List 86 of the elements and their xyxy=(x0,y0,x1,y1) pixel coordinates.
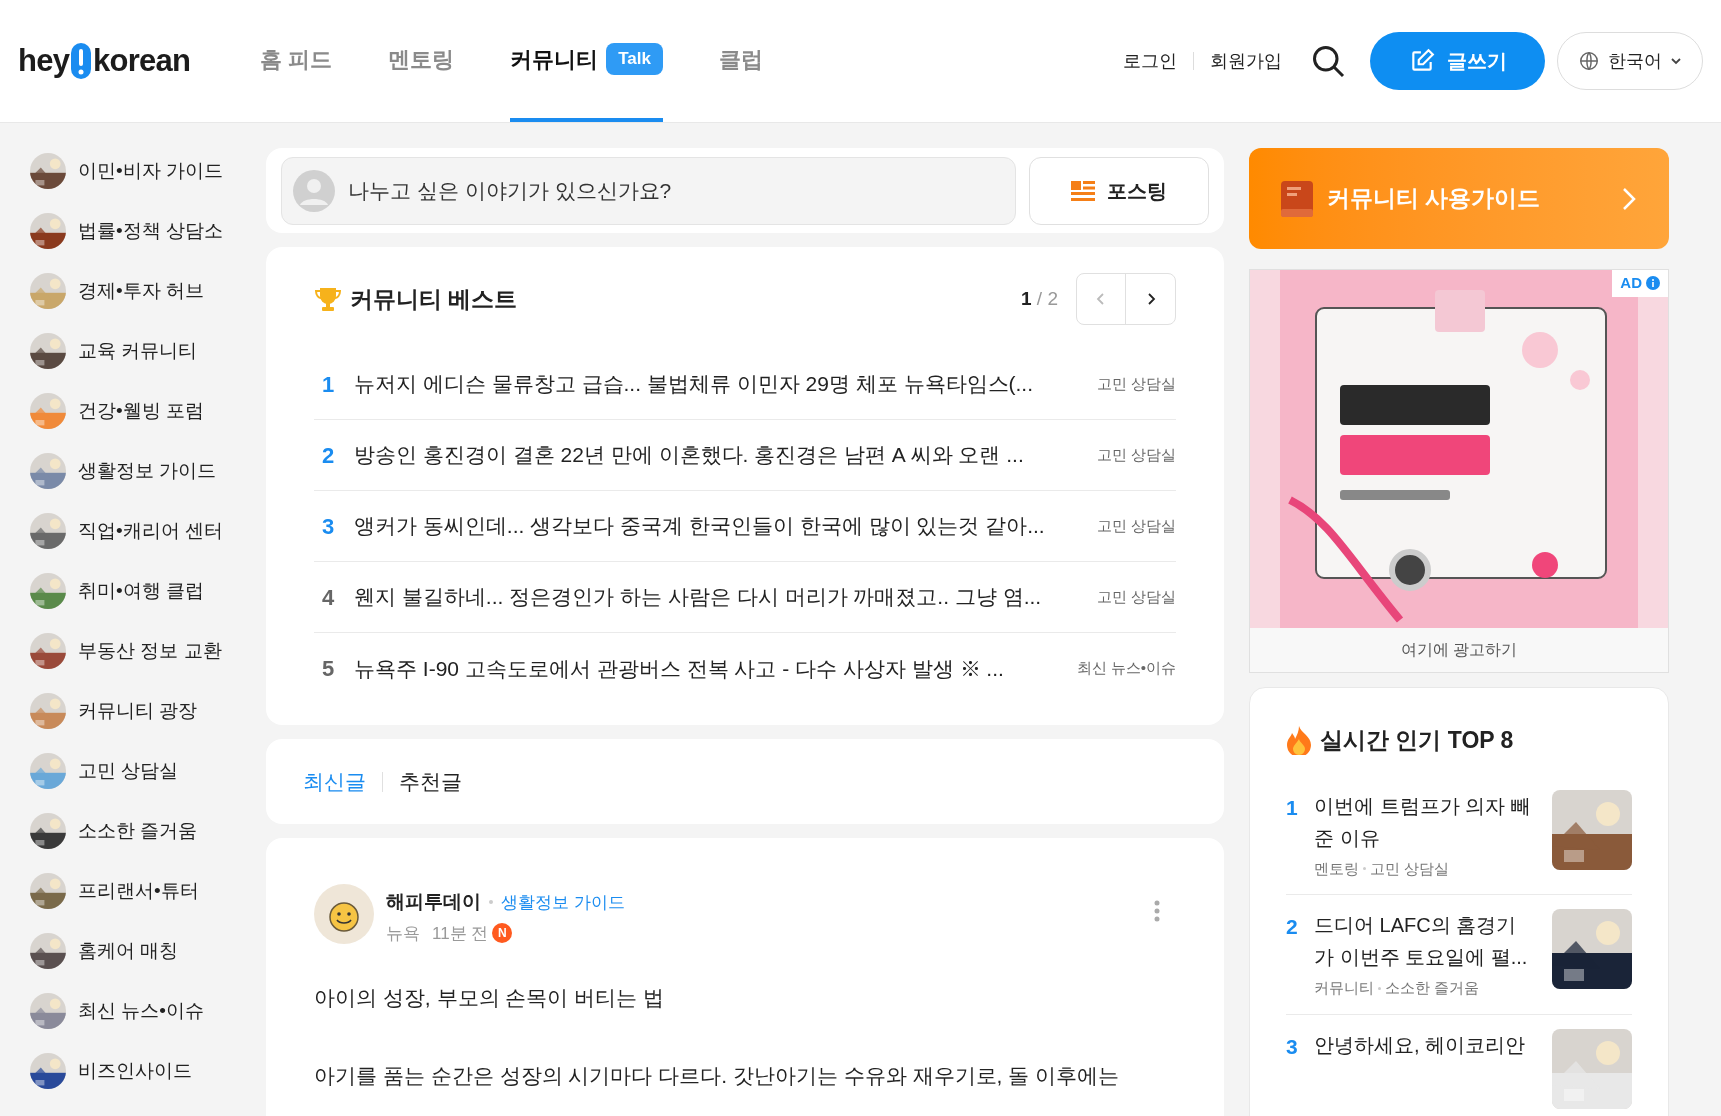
list-icon xyxy=(1071,180,1095,201)
nav-tab[interactable]: 커뮤니티 Talk xyxy=(510,0,663,122)
language-button[interactable]: 한국어 xyxy=(1557,32,1703,90)
logo-text: korean xyxy=(93,41,191,80)
login-link[interactable]: 로그인 xyxy=(1123,47,1177,75)
sidebar-item[interactable]: 취미•여행 클럽 xyxy=(30,573,266,609)
info-icon xyxy=(1646,276,1660,291)
talk-badge: Talk xyxy=(606,43,663,75)
sidebar-item[interactable]: 경제•투자 허브 xyxy=(30,273,266,309)
rank-number: 5 xyxy=(321,655,336,683)
sidebar-item[interactable]: 부동산 정보 교환 xyxy=(30,633,266,669)
post-title-line: 가 이번주 토요일에 펼... xyxy=(1314,945,1529,970)
best-post-item[interactable]: 1 뉴저지 에디슨 물류창고 급습... 불법체류 이민자 29명 체포 뉴욕타임스(... 고민 상담실 xyxy=(314,349,1176,420)
sidebar-item[interactable]: 고민 상담실 xyxy=(30,753,266,789)
composer-field[interactable]: 나누고 싶은 이야기가 있으신가요? xyxy=(281,156,1016,225)
trophy-icon xyxy=(314,285,342,313)
sidebar-item[interactable]: 프리랜서•튜터 xyxy=(30,873,266,909)
board-link[interactable]: 생활정보 가이드 xyxy=(501,889,625,915)
meta-text: 커뮤니티 xyxy=(1314,978,1374,998)
sidebar-item[interactable]: 커뮤니티 광장 xyxy=(30,693,266,729)
sidebar-item[interactable]: 교육 커뮤니티 xyxy=(30,333,266,369)
sidebar-item[interactable]: 홈케어 매칭 xyxy=(30,933,266,969)
post-title: 뉴욕주 I-90 고속도로에서 관광버스 전복 사고 - 다수 사상자 발생 ※ ... xyxy=(354,655,1004,682)
post-button[interactable]: 포스팅 xyxy=(1029,156,1209,225)
location-text: 뉴욕 xyxy=(386,922,420,945)
post-title: 뉴저지 에디슨 물류창고 급습... 불법체류 이민자 29명 체포 뉴욕타임스(... xyxy=(354,371,1034,398)
logo-text: hey xyxy=(18,41,70,80)
sidebar-item[interactable]: 최신 뉴스•이슈 xyxy=(30,993,266,1029)
post-title-line: 이번에 트럼프가 의자 빼 xyxy=(1314,793,1532,819)
sidebar-item[interactable]: 법률•정책 상담소 xyxy=(30,213,266,249)
feed-tab[interactable]: 추천글 xyxy=(399,765,462,798)
smiley-avatar-icon xyxy=(314,884,374,944)
post-title-line: 준 이유 xyxy=(1314,825,1381,851)
globe-icon xyxy=(1578,50,1600,72)
post-paragraph: 아이의 성장, 부모의 손목이 버티는 법 xyxy=(314,985,665,1011)
best-post-item[interactable]: 3 앵커가 동씨인데... 생각보다 중국계 한국인들이 한국에 많이 있는것 같아... 고민 상담실 xyxy=(314,491,1176,562)
board-name: 고민 상담실 xyxy=(1096,373,1176,394)
post-title-line: 드디어 LAFC의 홈경기 xyxy=(1314,913,1518,938)
popular-post-item[interactable]: 3 안녕하세요, 헤이코리안 xyxy=(1286,1014,1632,1116)
signup-link[interactable]: 회원가입 xyxy=(1210,47,1282,75)
time-text: 11분 전 xyxy=(432,922,489,945)
best-post-item[interactable]: 2 방송인 홍진경이 결혼 22년 만에 이혼했다. 홍진경은 남편 A 씨와 오랜 ... 고민 상담실 xyxy=(314,420,1176,491)
sidebar-item[interactable]: 소소한 즐거움 xyxy=(30,813,266,849)
rank-number: 3 xyxy=(1286,1033,1299,1060)
ad-badge: AD xyxy=(1612,270,1668,297)
book-icon xyxy=(1281,180,1313,217)
section-title: 커뮤니티 베스트 xyxy=(350,284,518,314)
avatar-icon xyxy=(293,169,335,212)
ad-caption[interactable]: 여기에 광고하기 xyxy=(1250,628,1668,672)
post-title: 방송인 홍진경이 결혼 22년 만에 이혼했다. 홍진경은 남편 A 씨와 오랜 ... xyxy=(354,442,1024,469)
chevron-down-icon xyxy=(1670,55,1682,67)
meta-text: 소소한 즐거움 xyxy=(1385,978,1480,998)
popular-post-item[interactable]: 2 드디어 LAFC의 홈경기 가 이번주 토요일에 펼... 커뮤니티 소소한 즐거움 xyxy=(1286,895,1632,1015)
section-title: 실시간 인기 TOP 8 xyxy=(1320,726,1514,755)
rank-number: 1 xyxy=(1286,794,1299,821)
board-name: 최신 뉴스•이슈 xyxy=(1076,658,1176,679)
best-post-item[interactable]: 4 웬지 불길하네... 정은경인가 하는 사람은 다시 머리가 까매졌고.. 그냥 염... 고민 상담실 xyxy=(314,562,1176,633)
sidebar-item[interactable]: 직업•캐리어 센터 xyxy=(30,513,266,549)
rank-number: 3 xyxy=(321,512,336,541)
chevron-right-icon xyxy=(1621,185,1637,212)
rank-number: 4 xyxy=(321,583,336,612)
search-icon[interactable] xyxy=(1310,43,1346,79)
sidebar-item[interactable]: 생활정보 가이드 xyxy=(30,453,266,489)
board-name: 고민 상담실 xyxy=(1096,444,1176,465)
exclamation-icon xyxy=(70,42,93,80)
flame-icon xyxy=(1286,725,1312,756)
best-post-item[interactable]: 5 뉴욕주 I-90 고속도로에서 관광버스 전복 사고 - 다수 사상자 발생 ※ ... 최신 뉴스•이슈 xyxy=(314,633,1176,704)
author-name: 해피투데이 xyxy=(386,890,481,914)
board-name: 고민 상담실 xyxy=(1096,515,1176,536)
sidebar-item[interactable]: 이민•비자 가이드 xyxy=(30,153,266,189)
post-paragraph: 아기를 품는 순간은 성장의 시기마다 다르다. 갓난아기는 수유와 재우기로, 돌 이후에는 xyxy=(314,1062,1120,1089)
page-indicator: 1 / 2 xyxy=(1021,286,1058,311)
sidebar-item[interactable]: 건강•웰빙 포럼 xyxy=(30,393,266,429)
rank-number: 2 xyxy=(321,441,336,470)
post-title-line: 안녕하세요, 헤이코리안 xyxy=(1314,1032,1527,1058)
post-title: 앵커가 동씨인데... 생각보다 중국계 한국인들이 한국에 많이 있는것 같아... xyxy=(354,513,1045,540)
post-title: 웬지 불길하네... 정은경인가 하는 사람은 다시 머리가 까매졌고.. 그냥 염... xyxy=(354,584,1042,611)
meta-text: 고민 상담실 xyxy=(1370,858,1450,879)
board-name: 고민 상담실 xyxy=(1096,586,1176,607)
rank-number: 2 xyxy=(1286,914,1299,940)
meta-text: 멘토링 xyxy=(1314,858,1359,879)
sidebar-item[interactable]: 비즈인사이드 xyxy=(30,1053,266,1089)
more-icon[interactable] xyxy=(1154,900,1160,922)
popular-post-item[interactable]: 1 이번에 트럼프가 의자 빼 준 이유 멘토링 고민 상담실 xyxy=(1286,775,1632,895)
new-badge: N xyxy=(492,923,513,944)
rank-number: 1 xyxy=(321,370,336,399)
